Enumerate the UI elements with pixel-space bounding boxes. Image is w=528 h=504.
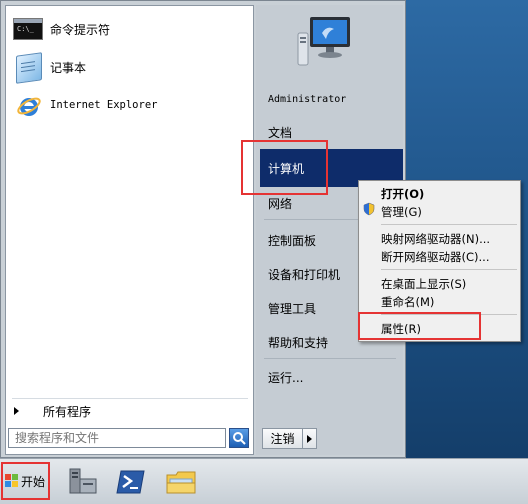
file-explorer-icon[interactable] bbox=[164, 465, 198, 499]
uac-shield-icon bbox=[362, 202, 376, 219]
pinned-label: 命令提示符 bbox=[50, 22, 111, 37]
all-programs-label: 所有程序 bbox=[43, 404, 92, 419]
divider bbox=[264, 358, 396, 359]
menu-item-rename[interactable]: 重命名(M) bbox=[381, 294, 434, 310]
server-manager-icon[interactable] bbox=[66, 465, 100, 499]
highlight-computer bbox=[241, 140, 328, 195]
menu-divider bbox=[381, 224, 517, 225]
user-name-link[interactable]: Administrator bbox=[260, 86, 403, 112]
run-link[interactable]: 运行... bbox=[260, 364, 403, 390]
logout-button[interactable]: 注销 bbox=[262, 428, 303, 449]
taskbar: 开始 bbox=[0, 458, 528, 504]
search-input[interactable] bbox=[8, 428, 226, 448]
all-programs-button[interactable]: 所有程序 bbox=[12, 398, 248, 423]
search-icon[interactable] bbox=[229, 428, 249, 448]
powershell-icon[interactable] bbox=[114, 465, 148, 499]
command-prompt-icon: C:\_ bbox=[12, 14, 44, 44]
highlight-properties bbox=[358, 312, 481, 340]
menu-divider bbox=[381, 269, 517, 270]
user-picture-icon[interactable] bbox=[292, 13, 354, 75]
pinned-internet-explorer[interactable]: Internet Explorer bbox=[12, 88, 248, 122]
menu-item-manage[interactable]: 管理(G) bbox=[381, 204, 422, 220]
pinned-notepad[interactable]: 记事本 bbox=[12, 50, 248, 84]
start-menu: C:\_ 命令提示符 记事本 Internet Explorer 所有程序 搜索… bbox=[0, 0, 406, 458]
internet-explorer-icon bbox=[12, 90, 44, 120]
notepad-icon bbox=[12, 52, 44, 84]
highlight-start-button bbox=[1, 462, 50, 500]
menu-item-show-desktop[interactable]: 在桌面上显示(S) bbox=[381, 276, 466, 292]
pinned-command-prompt[interactable]: C:\_ 命令提示符 bbox=[12, 12, 248, 46]
menu-item-open[interactable]: 打开(O) bbox=[381, 186, 424, 202]
menu-item-map-drive[interactable]: 映射网络驱动器(N)... bbox=[381, 231, 490, 247]
shutdown-options-button[interactable] bbox=[303, 428, 317, 449]
programs-pane: C:\_ 命令提示符 记事本 Internet Explorer 所有程序 bbox=[5, 5, 254, 455]
menu-item-disconnect-drive[interactable]: 断开网络驱动器(C)... bbox=[381, 249, 489, 265]
chevron-right-icon bbox=[14, 407, 19, 415]
pinned-label: 记事本 bbox=[50, 60, 87, 75]
pinned-label: Internet Explorer bbox=[50, 99, 158, 111]
